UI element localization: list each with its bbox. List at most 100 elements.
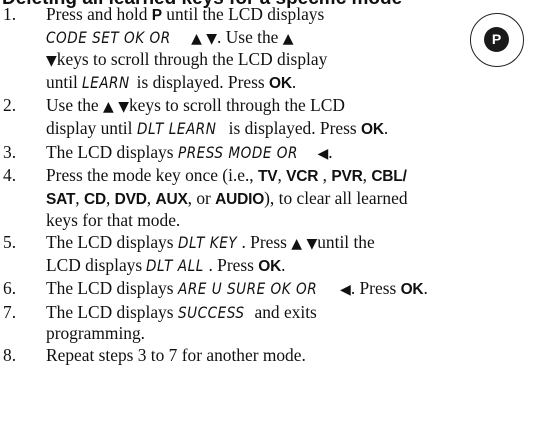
step-line: programming. <box>46 323 533 344</box>
step-text: is displayed. Press <box>132 71 270 92</box>
up-down-arrow-icon: ▲ ▼ <box>103 99 129 116</box>
step-text: . <box>423 278 428 299</box>
step-text: Repeat steps 3 to 7 for another mode. <box>46 344 306 365</box>
lcd-text: LEARN <box>82 72 130 92</box>
step-text: Press and hold <box>46 4 152 24</box>
step-4: 4. Press the mode key once (i.e., TV, VC… <box>0 165 533 231</box>
step-text: , or <box>187 187 216 208</box>
step-7: 7. The LCD displays SUCCESS and exits pr… <box>0 302 533 344</box>
step-number: 3. <box>3 141 17 162</box>
step-text: . Press <box>208 254 259 275</box>
step-number: 2. <box>3 95 17 116</box>
step-3: 3. The LCD displays PRESS MODE OR ◀. <box>0 142 533 165</box>
step-text: , <box>105 187 115 208</box>
step-text: . <box>291 71 297 92</box>
key-label: PVR <box>331 168 363 186</box>
lcd-text: ARE U SURE OK OR <box>177 279 318 299</box>
key-label: DVD <box>114 190 147 208</box>
step-text: keys for that mode. <box>46 210 181 231</box>
lcd-text: CODE SET OK OR <box>46 27 171 47</box>
lcd-text: DLT LEARN <box>136 118 217 138</box>
down-arrow-icon: ▼ <box>46 53 57 70</box>
step-text: . <box>281 254 286 275</box>
step-text: . <box>328 141 333 162</box>
step-text: until <box>46 71 83 92</box>
step-2: 2. Use the ▲ ▼keys to scroll through the… <box>0 95 533 140</box>
step-text: . Press <box>350 278 401 299</box>
step-text: and exits <box>250 301 317 322</box>
step-text: , <box>277 165 287 186</box>
key-label: OK <box>400 281 424 299</box>
step-text: is displayed. Press <box>224 117 362 138</box>
step-line: SAT, CD, DVD, AUX, or AUDIO), to clear a… <box>46 188 533 211</box>
step-line: keys for that mode. <box>46 210 533 231</box>
step-line: display until DLT LEARN is displayed. Pr… <box>46 118 533 141</box>
step-8: 8. Repeat steps 3 to 7 for another mode. <box>0 345 533 366</box>
left-arrow-icon: ◀ <box>313 145 329 162</box>
step-line: LCD displays DLT ALL. Press OK. <box>46 255 533 278</box>
step-text: until the LCD displays <box>161 4 325 24</box>
step-line: The LCD displays PRESS MODE OR ◀. <box>46 142 533 165</box>
up-down-arrow-icon: ▲ ▼ <box>291 235 318 252</box>
step-line: Press the mode key once (i.e., TV, VCR ,… <box>46 165 533 188</box>
step-text: until the <box>317 231 375 252</box>
step-text: keys to scroll through the LCD <box>128 95 345 116</box>
lcd-text: DLT KEY <box>177 232 238 252</box>
step-text: LCD displays <box>46 254 147 275</box>
key-label: CBL/ <box>371 168 407 186</box>
key-label: OK <box>258 257 282 275</box>
step-number: 8. <box>3 344 17 365</box>
step-6: 6. The LCD displays ARE U SURE OK OR ◀. … <box>0 278 533 301</box>
step-number: 5. <box>3 231 17 252</box>
manual-page: Deleting all learned keys for a specific… <box>0 0 533 430</box>
key-label: AUX <box>155 190 188 208</box>
lcd-text: DLT ALL <box>146 255 205 275</box>
step-text: . Press <box>241 231 292 252</box>
step-number: 6. <box>3 278 17 299</box>
step-text: . Use the <box>217 26 283 47</box>
step-line: until LEARN is displayed. Press OK. <box>46 72 533 95</box>
key-label: CD <box>83 190 106 208</box>
instruction-steps: 1. Press and hold P until the LCD displa… <box>0 4 533 367</box>
key-label: AUDIO <box>215 190 265 208</box>
step-text: Use the <box>46 95 103 116</box>
step-line: Press and hold P until the LCD displays <box>46 4 533 27</box>
step-text: ), to clear all learned <box>264 187 408 208</box>
step-text: . <box>383 117 389 138</box>
key-label: TV <box>258 168 278 186</box>
key-label: VCR <box>286 168 319 186</box>
step-line: The LCD displays SUCCESS and exits <box>46 302 533 324</box>
step-text: The LCD displays <box>46 231 178 252</box>
step-text: Press the mode key once (i.e., <box>46 165 259 186</box>
step-1: 1. Press and hold P until the LCD displa… <box>0 4 533 94</box>
step-line: Use the ▲ ▼keys to scroll through the LC… <box>46 95 533 118</box>
step-line: ▼keys to scroll through the LCD display <box>46 49 533 72</box>
lcd-text: SUCCESS <box>177 302 245 322</box>
step-number: 7. <box>3 301 17 322</box>
step-text: The LCD displays <box>46 278 178 299</box>
key-label: SAT <box>46 190 76 208</box>
step-line: The LCD displays ARE U SURE OK OR ◀. Pre… <box>46 278 533 301</box>
step-text: , <box>362 165 372 186</box>
step-text: , <box>146 187 156 208</box>
step-5: 5. The LCD displays DLT KEY. Press ▲ ▼un… <box>0 232 533 277</box>
key-label: P <box>151 7 162 24</box>
step-text: , <box>318 165 332 186</box>
up-arrow-icon: ▲ <box>282 30 294 47</box>
step-text: The LCD displays <box>46 141 178 162</box>
up-down-arrow-icon: ▲ ▼ <box>191 30 218 47</box>
step-text: keys to scroll through the LCD display <box>56 49 328 70</box>
key-label: OK <box>361 120 384 138</box>
step-text: , <box>75 187 84 208</box>
step-text: display until <box>46 117 137 138</box>
step-line: Repeat steps 3 to 7 for another mode. <box>46 345 533 366</box>
step-line: The LCD displays DLT KEY. Press ▲ ▼until… <box>46 232 533 255</box>
left-arrow-icon: ◀ <box>335 282 351 299</box>
step-line: CODE SET OK OR ▲ ▼. Use the ▲ <box>46 27 533 50</box>
key-label: OK <box>269 74 292 92</box>
step-text: programming. <box>46 323 146 344</box>
step-number: 1. <box>3 4 17 24</box>
step-text: The LCD displays <box>46 301 178 322</box>
lcd-text: PRESS MODE OR <box>177 142 298 162</box>
step-number: 4. <box>3 165 17 186</box>
